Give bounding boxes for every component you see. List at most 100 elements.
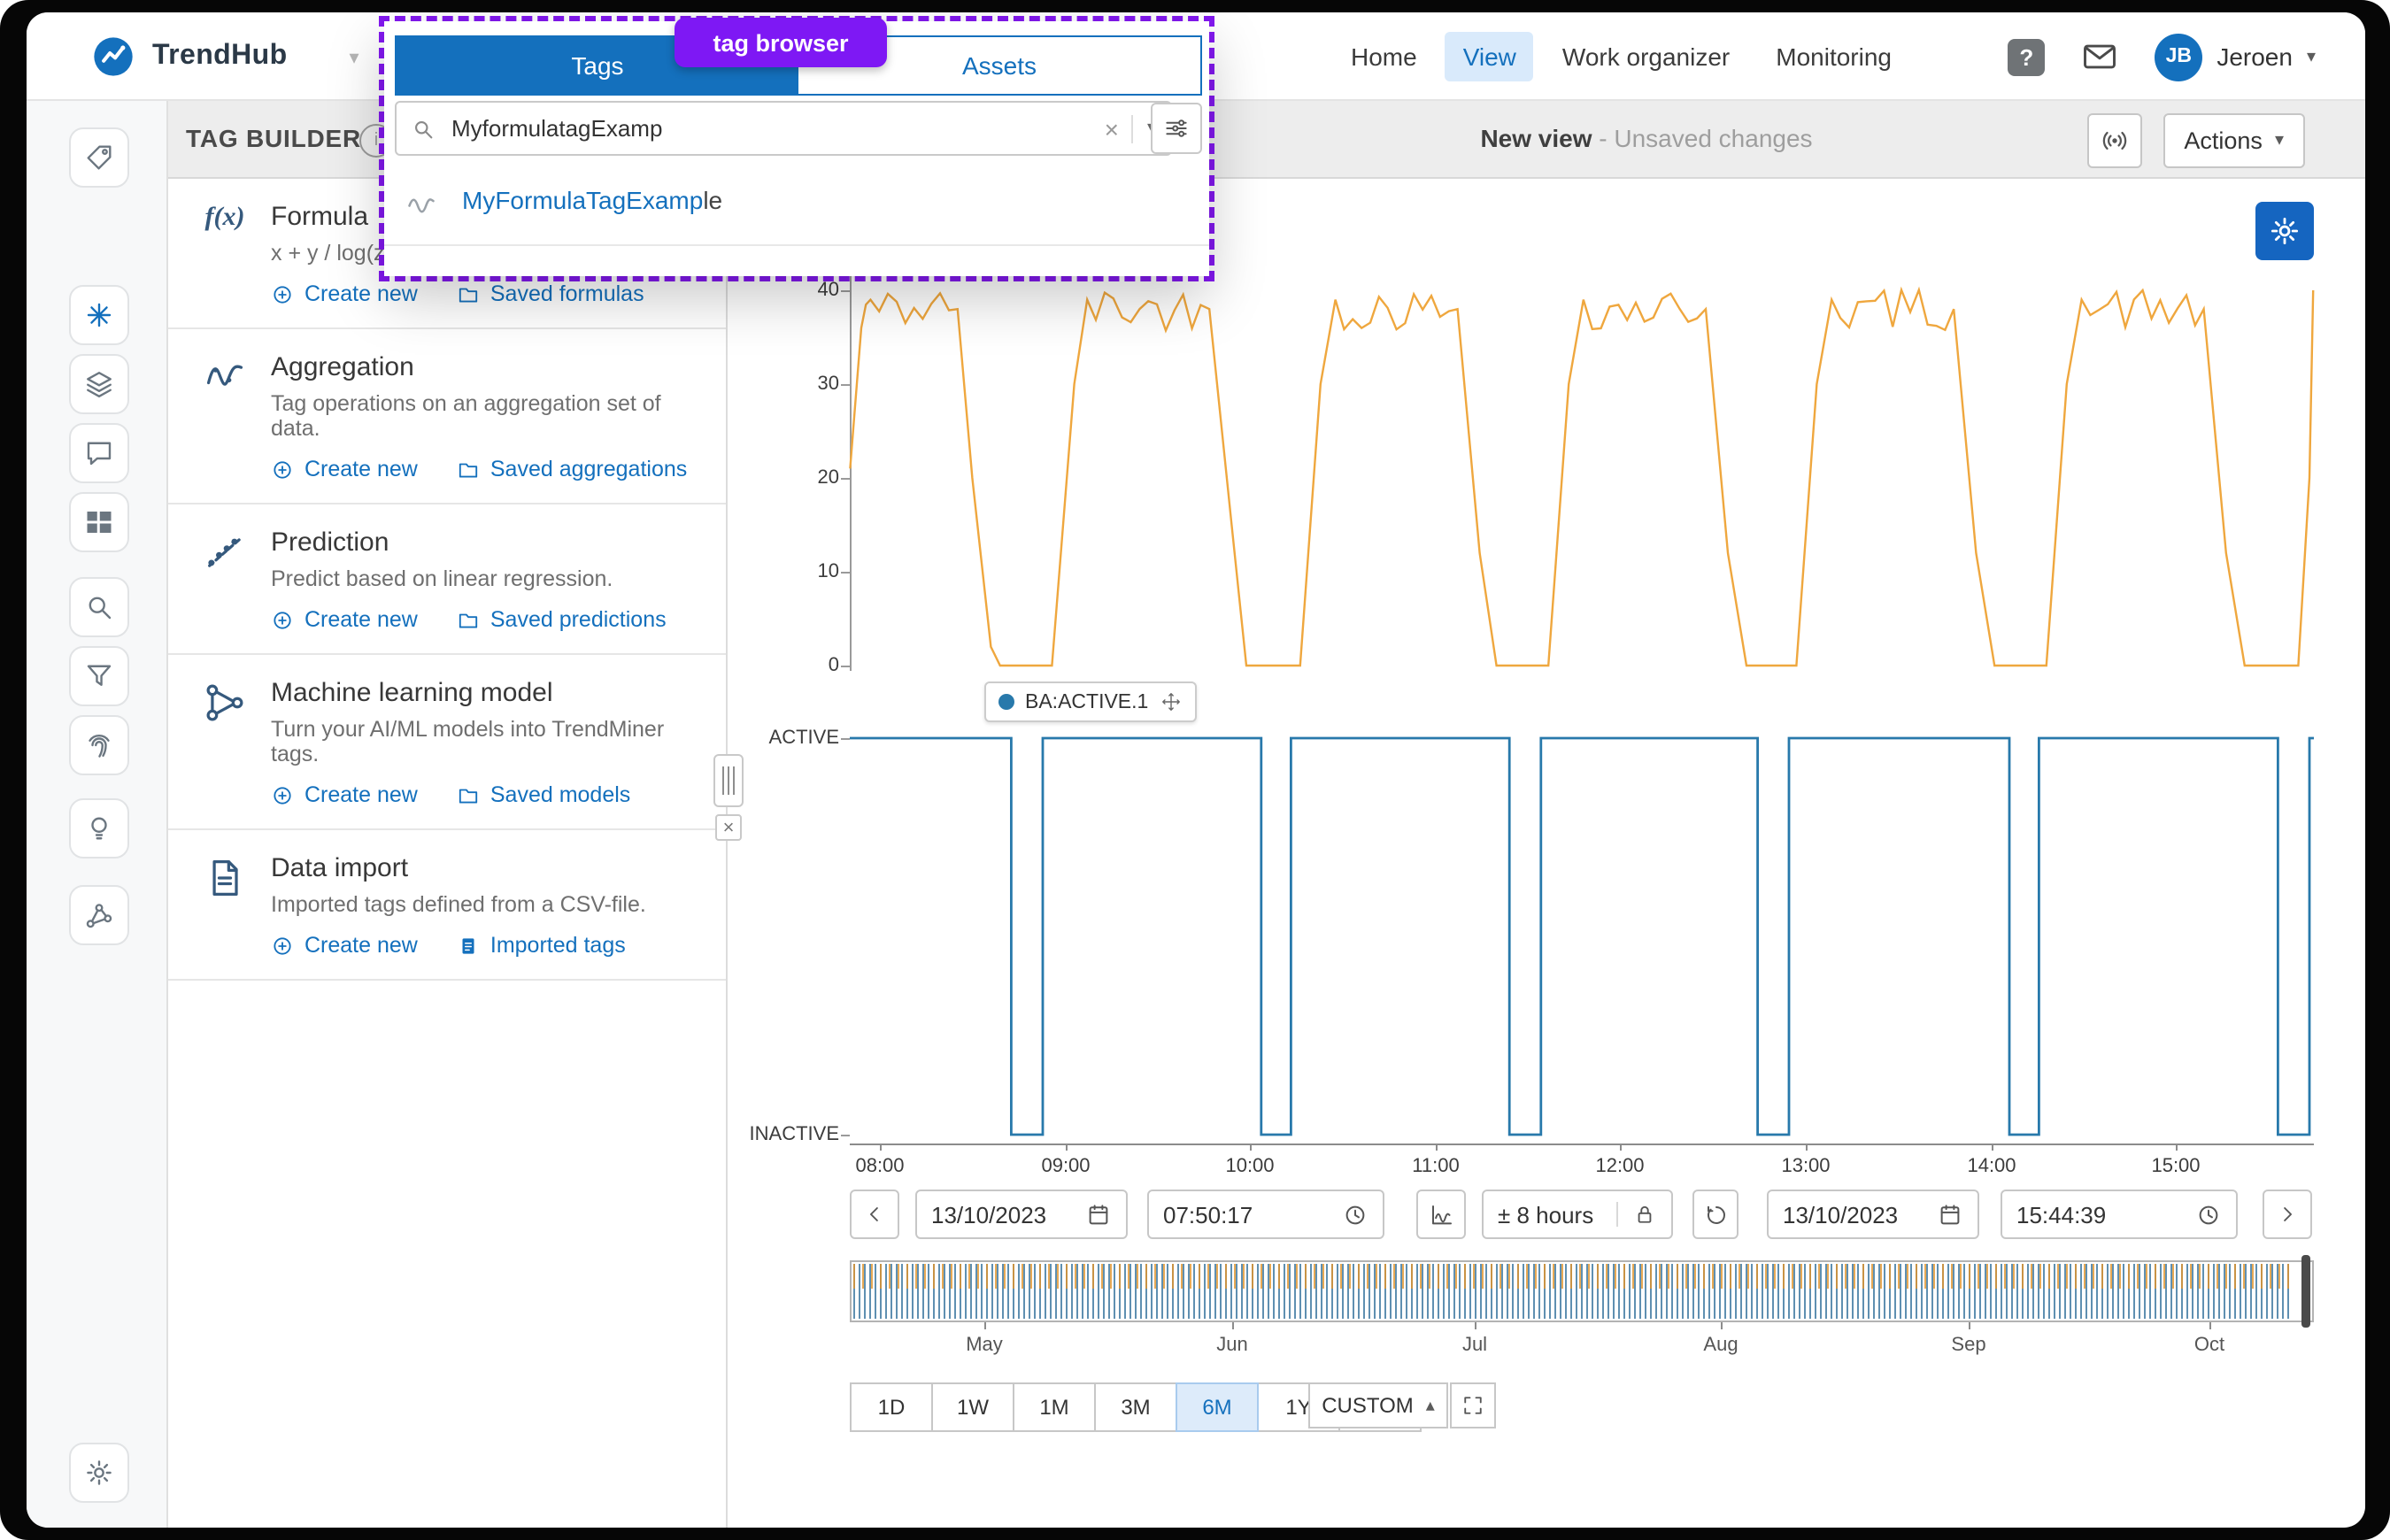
mail-icon[interactable] <box>2080 37 2119 76</box>
section-desc: Predict based on linear regression. <box>271 566 667 591</box>
sidebar-item-settings[interactable] <box>69 1443 129 1503</box>
nav-work-organizer[interactable]: Work organizer <box>1545 32 1747 81</box>
brand-name: TrendHub <box>152 41 288 73</box>
saved-predictions-link[interactable]: Saved predictions <box>457 607 667 632</box>
x-tick-label: 10:00 <box>1206 1156 1294 1177</box>
analog-chart[interactable] <box>728 248 2365 690</box>
search-icon <box>83 591 115 623</box>
divider <box>168 979 726 981</box>
zoom-1w-button[interactable]: 1W <box>931 1382 1014 1432</box>
zoom-1m-button[interactable]: 1M <box>1013 1382 1096 1432</box>
chevron-down-icon[interactable]: ▾ <box>350 45 359 68</box>
zoom-1d-button[interactable]: 1D <box>850 1382 933 1432</box>
user-menu[interactable]: JB Jeroen ▾ <box>2155 33 2316 81</box>
lock-icon <box>1632 1202 1657 1227</box>
pan-right-button[interactable] <box>2263 1190 2312 1239</box>
nav-view[interactable]: View <box>1446 32 1534 81</box>
section-title: Data import <box>271 853 646 883</box>
imported-tags-link[interactable]: Imported tags <box>457 933 626 958</box>
search-filter-button[interactable] <box>1151 103 1202 154</box>
data-import-icon <box>193 853 257 958</box>
zoom-3m-button[interactable]: 3M <box>1094 1382 1177 1432</box>
section-title: Aggregation <box>271 352 701 382</box>
create-new-model-link[interactable]: Create new <box>271 782 418 807</box>
live-mode-button[interactable] <box>2086 113 2141 168</box>
view-status-suffix: - Unsaved changes <box>1592 124 1813 152</box>
month-label: Aug <box>1682 1335 1760 1356</box>
header-actions: ? JB Jeroen ▾ <box>2008 12 2316 101</box>
panel-resize-handle[interactable] <box>713 754 744 807</box>
expand-range-button[interactable] <box>1450 1382 1496 1428</box>
sidebar-item-tag-builder[interactable] <box>69 285 129 345</box>
tag-builder-panel: f(x) Formula x + y / log(z) Create new S… <box>168 179 728 1528</box>
create-new-import-link[interactable]: Create new <box>271 933 418 958</box>
sidebar-item-fingerprints[interactable] <box>69 715 129 775</box>
trend-chart-icon <box>1428 1201 1454 1228</box>
create-new-formula-link[interactable]: Create new <box>271 281 418 306</box>
create-new-aggregation-link[interactable]: Create new <box>271 457 418 481</box>
calendar-icon <box>1937 1201 1963 1228</box>
clock-icon <box>1342 1201 1368 1228</box>
start-date-field[interactable]: 13/10/2023 <box>915 1190 1128 1239</box>
sidebar-item-dashboards[interactable] <box>69 492 129 552</box>
digital-chart[interactable] <box>728 708 2365 1151</box>
zoom-custom-button[interactable]: CUSTOM ▴ <box>1308 1382 1448 1428</box>
context-overview-bar[interactable] <box>850 1260 2314 1322</box>
x-tick-label: 14:00 <box>1947 1156 2036 1177</box>
avatar[interactable]: JB <box>2155 33 2202 81</box>
trendhub-logo-icon <box>90 34 136 80</box>
end-date-field[interactable]: 13/10/2023 <box>1767 1190 1979 1239</box>
duration-field[interactable]: ± 8 hours <box>1482 1190 1673 1239</box>
clock-icon <box>2195 1201 2222 1228</box>
history-icon <box>1702 1201 1729 1228</box>
sidebar-item-suggestions[interactable] <box>69 798 129 859</box>
x-tick <box>1620 1143 1622 1151</box>
tag-search-input[interactable] <box>448 113 1092 143</box>
month-tick <box>1232 1322 1234 1329</box>
ml-model-icon <box>193 678 257 807</box>
sidebar-item-search[interactable] <box>69 577 129 637</box>
month-tick <box>1969 1322 1970 1329</box>
start-time-value: 07:50:17 <box>1163 1201 1253 1228</box>
saved-aggregations-link[interactable]: Saved aggregations <box>457 457 687 481</box>
start-time-field[interactable]: 07:50:17 <box>1147 1190 1384 1239</box>
pan-left-button[interactable] <box>850 1190 899 1239</box>
clear-search-icon[interactable]: × <box>1092 114 1131 142</box>
trend-options-button[interactable] <box>1416 1190 1466 1239</box>
actions-button[interactable]: Actions ▾ <box>2163 113 2305 168</box>
sidebar-item-tags[interactable] <box>69 127 129 188</box>
custom-label: CUSTOM <box>1322 1393 1414 1418</box>
chevron-down-icon[interactable]: ▾ <box>2307 47 2316 66</box>
x-tick <box>1066 1143 1068 1151</box>
panel-close-button[interactable]: × <box>715 814 742 841</box>
end-time-field[interactable]: 15:44:39 <box>2001 1190 2238 1239</box>
history-button[interactable] <box>1692 1190 1739 1239</box>
lock-duration-button[interactable] <box>1616 1202 1657 1227</box>
sidebar-item-filters[interactable] <box>69 646 129 706</box>
plus-circle-icon <box>271 608 294 631</box>
zoom-6m-button[interactable]: 6M <box>1176 1382 1259 1432</box>
chevron-down-icon: ▾ <box>2275 131 2284 150</box>
tag-browser-panel: Tags Assets tag browser × ▾ MyFormulaTag… <box>384 21 1209 276</box>
trend-line-icon <box>405 186 437 218</box>
saved-formulas-link[interactable]: Saved formulas <box>457 281 644 306</box>
section-title: Machine learning model <box>271 678 701 708</box>
search-result-item[interactable]: MyFormulaTagExample <box>384 170 1230 234</box>
sidebar-item-context[interactable] <box>69 885 129 945</box>
nav-home[interactable]: Home <box>1333 32 1435 81</box>
context-stripes <box>853 1264 2293 1319</box>
saved-models-link[interactable]: Saved models <box>457 782 630 807</box>
month-label: Oct <box>2170 1335 2248 1356</box>
nav-monitoring[interactable]: Monitoring <box>1758 32 1909 81</box>
tag-search-box[interactable]: × ▾ <box>395 101 1172 156</box>
help-icon[interactable]: ? <box>2008 38 2045 75</box>
month-label: May <box>945 1335 1023 1356</box>
search-icon <box>411 116 436 141</box>
gear-icon <box>83 1457 115 1489</box>
context-range-handle[interactable] <box>2301 1255 2310 1328</box>
actions-label: Actions <box>2184 127 2263 154</box>
tag-builder-icon <box>83 299 115 331</box>
create-new-prediction-link[interactable]: Create new <box>271 607 418 632</box>
sidebar-item-comments[interactable] <box>69 423 129 483</box>
sidebar-item-layers[interactable] <box>69 354 129 414</box>
